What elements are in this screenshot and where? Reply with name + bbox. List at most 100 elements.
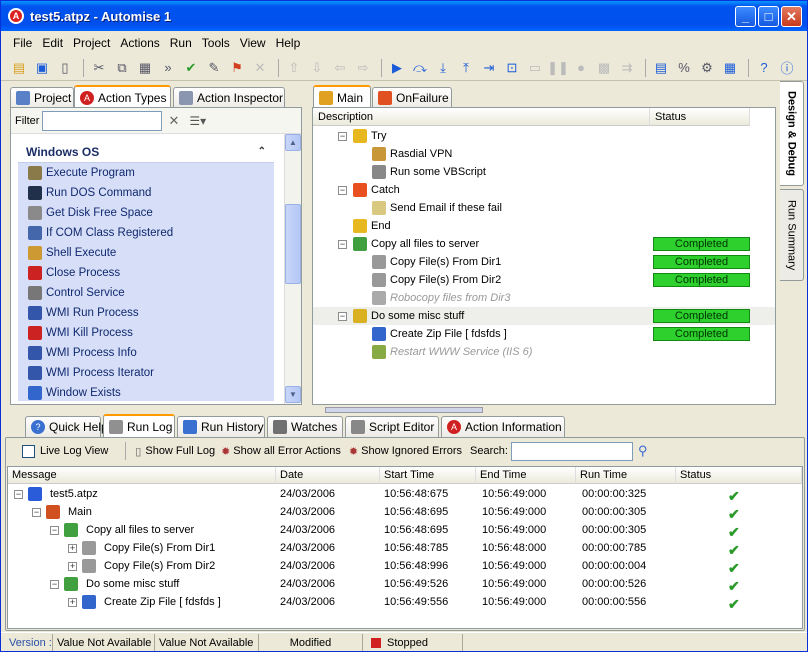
tree-row[interactable]: Robocopy files from Dir3 — [313, 289, 775, 307]
log-col-date[interactable]: Date — [276, 467, 380, 484]
delete-icon[interactable]: ✕ — [250, 58, 270, 78]
tab-action-types[interactable]: A Action Types — [74, 85, 171, 108]
expand-icon[interactable]: − — [32, 508, 41, 517]
new-icon[interactable]: ▯ — [55, 58, 75, 78]
layout-icon[interactable]: ▦ — [720, 58, 740, 78]
tree-row[interactable]: Create Zip File [ fdsfds ] Completed — [313, 325, 775, 343]
tab-quick-help[interactable]: ? Quick Help — [25, 416, 108, 437]
log-col-end-time[interactable]: End Time — [476, 467, 576, 484]
tree-row[interactable]: Send Email if these fail — [313, 199, 775, 217]
save-icon[interactable]: ▣ — [32, 58, 52, 78]
tree-row[interactable]: − Do some misc stuff Completed — [313, 307, 775, 325]
tree-row[interactable]: − Copy all files to server Completed — [313, 235, 775, 253]
menu-file[interactable]: File — [13, 36, 32, 50]
breakpoint-icon[interactable]: ⊡ — [502, 58, 522, 78]
log-row[interactable]: + Copy File(s) From Dir1 24/03/2006 10:56:4… — [8, 539, 802, 558]
tab-onfailure[interactable]: OnFailure — [372, 87, 452, 108]
tab-action-information[interactable]: A Action Information — [441, 416, 565, 437]
cut-icon[interactable]: ✂ — [89, 58, 109, 78]
action-item[interactable]: Execute Program — [18, 163, 274, 183]
tree-row[interactable]: Run some VBScript — [313, 163, 775, 181]
action-item[interactable]: WMI Process Info — [18, 343, 274, 363]
log-row[interactable]: − Copy all files to server 24/03/2006 10:56… — [8, 521, 802, 540]
panel-splitter[interactable] — [1, 407, 807, 413]
log-col-status[interactable]: Status — [676, 467, 802, 484]
expand-icon[interactable]: + — [68, 562, 77, 571]
action-item[interactable]: Shell Execute — [18, 243, 274, 263]
tree-row[interactable]: Copy File(s) From Dir2 Completed — [313, 271, 775, 289]
scroll-down-icon[interactable]: ▼ — [285, 386, 301, 403]
properties-icon[interactable]: ✎ — [204, 58, 224, 78]
tab-run-summary[interactable]: Run Summary — [780, 189, 804, 281]
search-icon[interactable]: ⚲ — [638, 443, 648, 459]
log-row[interactable]: + Create Zip File [ fdsfds ] 24/03/2006 10:… — [8, 593, 802, 612]
col-description[interactable]: Description — [313, 108, 650, 126]
expand-icon[interactable]: + — [68, 544, 77, 553]
expand-icon[interactable]: + — [68, 598, 77, 607]
action-item[interactable]: WMI Process Iterator — [18, 363, 274, 383]
collapse-icon[interactable]: ⌃ — [258, 146, 266, 157]
toggle-icon[interactable]: ▭ — [525, 58, 545, 78]
view-icon[interactable]: ▤ — [651, 58, 671, 78]
tree-row[interactable]: Copy File(s) From Dir1 Completed — [313, 253, 775, 271]
reset-icon[interactable]: ▩ — [594, 58, 614, 78]
copy-icon[interactable]: ⧉ — [112, 58, 132, 78]
pause-icon[interactable]: ❚❚ — [547, 58, 569, 78]
tab-script-editor[interactable]: Script Editor — [345, 416, 439, 437]
collapse-icon[interactable]: − — [338, 311, 347, 321]
scroll-thumb[interactable] — [285, 204, 301, 284]
move-down-icon[interactable]: ⇩ — [307, 58, 327, 78]
group-header[interactable]: Windows OS ⌃ — [18, 141, 274, 163]
clear-filter-icon[interactable]: ✕ — [168, 113, 179, 129]
collapse-icon[interactable]: − — [338, 185, 347, 195]
log-col-run-time[interactable]: Run Time — [576, 467, 676, 484]
menu-actions[interactable]: Actions — [120, 36, 159, 50]
close-button[interactable]: ✕ — [781, 6, 802, 27]
skip-icon[interactable]: ⇉ — [617, 58, 637, 78]
action-item[interactable]: WMI Run Process — [18, 303, 274, 323]
expand-icon[interactable]: − — [14, 490, 23, 499]
tab-watches[interactable]: Watches — [267, 416, 343, 437]
title-bar[interactable]: A test5.atpz - Automise 1 _ □ ✕ — [1, 1, 807, 31]
tree-row[interactable]: Rasdial VPN — [313, 145, 775, 163]
maximize-button[interactable]: □ — [758, 6, 779, 27]
show-error-actions-button[interactable]: Show all Error Actions — [233, 445, 341, 457]
automise-logo-icon[interactable]: A — [8, 8, 24, 24]
help-icon[interactable]: ? — [754, 58, 774, 78]
tab-action-inspector[interactable]: Action Inspector — [173, 87, 285, 108]
collapse-icon[interactable]: − — [338, 239, 347, 249]
enable-icon[interactable]: ✔ — [181, 58, 201, 78]
action-item[interactable]: Window Exists — [18, 383, 274, 403]
tree-row[interactable]: End — [313, 217, 775, 235]
step-into-icon[interactable]: ⤓ — [433, 58, 453, 78]
menu-tools[interactable]: Tools — [202, 36, 230, 50]
more-icon[interactable]: » — [158, 58, 178, 78]
view-options-icon[interactable]: ☰▾ — [189, 114, 206, 128]
action-item[interactable]: Control Service — [18, 283, 274, 303]
minimize-button[interactable]: _ — [735, 6, 756, 27]
log-row[interactable]: − Main 24/03/2006 10:56:48:695 10:56:49:000 0… — [8, 503, 802, 522]
log-row[interactable]: + Copy File(s) From Dir2 24/03/2006 10:56:4… — [8, 557, 802, 576]
menu-run[interactable]: Run — [170, 36, 192, 50]
tab-design-debug[interactable]: Design & Debug — [780, 81, 804, 186]
expand-icon[interactable]: − — [50, 526, 59, 535]
open-icon[interactable]: ▤ — [9, 58, 29, 78]
show-full-log-button[interactable]: Show Full Log — [145, 445, 215, 457]
stop-icon[interactable]: ● — [571, 58, 591, 78]
filter-input[interactable] — [42, 110, 163, 131]
live-log-checkbox[interactable] — [22, 444, 35, 458]
info-icon[interactable]: ⓘ — [777, 58, 797, 78]
tab-main[interactable]: Main — [313, 85, 371, 108]
percent-icon[interactable]: % — [674, 58, 694, 78]
menu-help[interactable]: Help — [276, 36, 301, 50]
move-right-icon[interactable]: ⇨ — [353, 58, 373, 78]
search-input[interactable] — [510, 441, 633, 461]
action-item[interactable]: WMI Kill Process — [18, 323, 274, 343]
show-ignored-errors-button[interactable]: Show Ignored Errors — [361, 445, 462, 457]
move-left-icon[interactable]: ⇦ — [330, 58, 350, 78]
log-col-start-time[interactable]: Start Time — [380, 467, 476, 484]
action-item[interactable]: If COM Class Registered — [18, 223, 274, 243]
tree-row[interactable]: − Catch — [313, 181, 775, 199]
splitter-grip[interactable] — [325, 407, 483, 413]
run-to-cursor-icon[interactable]: ⇥ — [479, 58, 499, 78]
